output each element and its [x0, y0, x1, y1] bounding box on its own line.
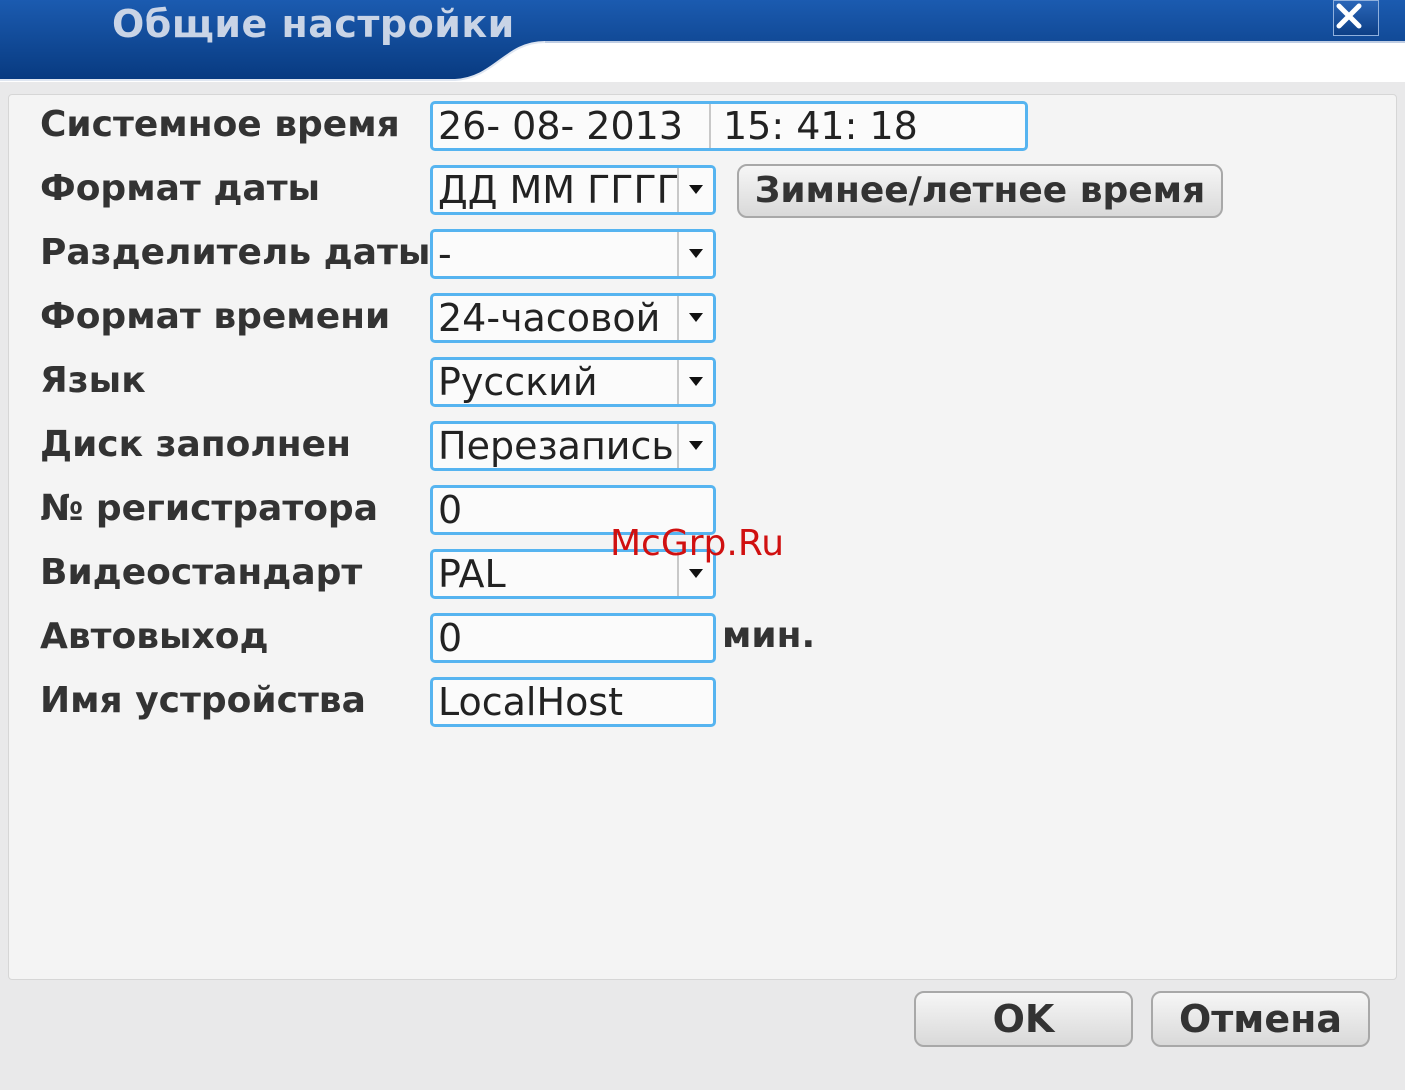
date-format-value: ДД ММ ГГГГ	[438, 168, 678, 212]
device-name-label: Имя устройства	[40, 680, 366, 721]
watermark-text: McGrp.Ru	[610, 523, 785, 564]
time-format-dropdown-button[interactable]	[677, 296, 713, 340]
video-standard-label: Видеостандарт	[40, 552, 363, 593]
device-name-value: LocalHost	[438, 680, 624, 724]
language-dropdown-button[interactable]	[677, 360, 713, 404]
auto-logout-value: 0	[438, 616, 463, 660]
date-format-label: Формат даты	[40, 168, 321, 209]
ok-button[interactable]: OK	[914, 991, 1133, 1047]
date-separator-label: Разделитель даты	[40, 232, 431, 273]
system-date-value[interactable]: 26- 08- 2013	[438, 104, 683, 148]
triangle-down-icon	[689, 569, 703, 578]
triangle-down-icon	[689, 249, 703, 258]
triangle-down-icon	[689, 377, 703, 386]
disk-full-dropdown-button[interactable]	[677, 424, 713, 468]
triangle-down-icon	[689, 313, 703, 322]
language-select[interactable]: Русский	[430, 357, 716, 407]
date-format-select[interactable]: ДД ММ ГГГГ	[430, 165, 716, 215]
close-icon	[1336, 3, 1362, 29]
language-label: Язык	[40, 360, 146, 401]
system-time-label: Системное время	[40, 104, 400, 145]
recorder-number-label: № регистратора	[40, 488, 378, 529]
time-format-select[interactable]: 24-часовой	[430, 293, 716, 343]
disk-full-select[interactable]: Перезапись	[430, 421, 716, 471]
recorder-number-value: 0	[438, 488, 463, 532]
date-separator-dropdown-button[interactable]	[677, 232, 713, 276]
date-separator-value: -	[438, 232, 452, 276]
language-value: Русский	[438, 360, 598, 404]
system-time-field[interactable]: 26- 08- 2013 15: 41: 18	[430, 101, 1028, 151]
datetime-divider	[709, 104, 711, 148]
dst-button[interactable]: Зимнее/летнее время	[737, 164, 1223, 218]
disk-full-label: Диск заполнен	[40, 424, 351, 465]
general-settings-dialog: Общие настройки Системное время 26- 08- …	[0, 0, 1405, 1090]
window-title: Общие настройки	[112, 2, 515, 46]
triangle-down-icon	[689, 185, 703, 194]
time-format-label: Формат времени	[40, 296, 391, 337]
cancel-button[interactable]: Отмена	[1151, 991, 1370, 1047]
triangle-down-icon	[689, 441, 703, 450]
auto-logout-input[interactable]: 0	[430, 613, 716, 663]
time-format-value: 24-часовой	[438, 296, 661, 340]
title-bar: Общие настройки	[0, 0, 1405, 82]
disk-full-value: Перезапись	[438, 424, 674, 468]
date-separator-select[interactable]: -	[430, 229, 716, 279]
close-button[interactable]	[1333, 0, 1379, 36]
system-time-value[interactable]: 15: 41: 18	[723, 104, 918, 148]
auto-logout-unit: мин.	[722, 615, 816, 656]
device-name-input[interactable]: LocalHost	[430, 677, 716, 727]
date-format-dropdown-button[interactable]	[677, 168, 713, 212]
auto-logout-label: Автовыход	[40, 616, 269, 657]
